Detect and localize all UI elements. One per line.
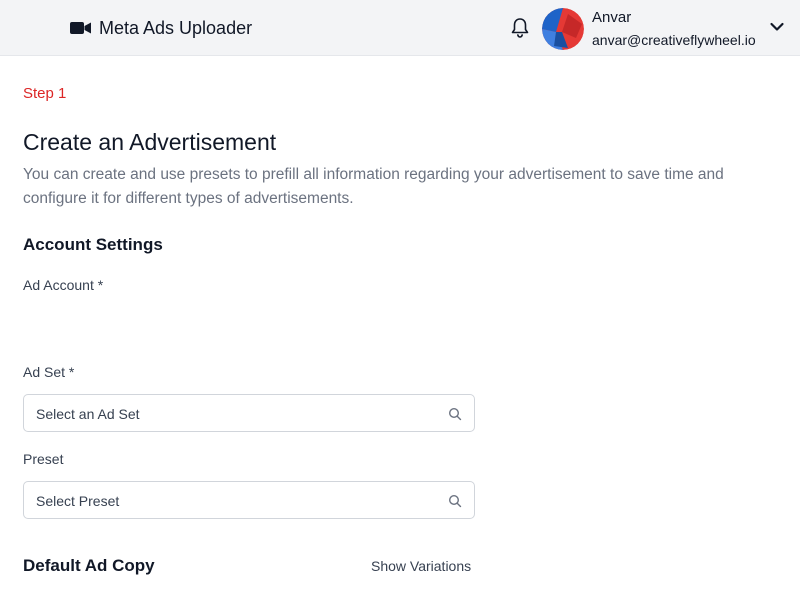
show-variations-button[interactable]: Show Variations — [371, 557, 471, 575]
search-icon — [448, 494, 462, 508]
bell-icon[interactable] — [510, 17, 530, 39]
page-title: Create an Advertisement — [23, 129, 277, 155]
app-title: Meta Ads Uploader — [99, 18, 253, 38]
default-ad-copy-heading: Default Ad Copy — [23, 556, 155, 575]
ad-set-select[interactable]: Select an Ad Set — [23, 394, 475, 432]
account-settings-heading: Account Settings — [23, 235, 163, 254]
preset-select[interactable]: Select Preset — [23, 481, 475, 519]
page-description: You can create and use presets to prefil… — [23, 166, 724, 207]
search-icon — [448, 407, 462, 421]
ad-account-label: Ad Account * — [23, 277, 104, 293]
preset-placeholder: Select Preset — [36, 493, 120, 509]
avatar[interactable] — [542, 8, 584, 50]
user-email: anvar@creativeflywheel.io — [592, 32, 756, 48]
ad-set-placeholder: Select an Ad Set — [36, 406, 140, 422]
preset-label: Preset — [23, 451, 64, 467]
step-indicator: Step 1 — [23, 85, 67, 102]
brand[interactable]: Meta Ads Uploader — [70, 17, 252, 39]
top-navigation-bar: Meta Ads Uploader Anvar anvar@creativefl… — [0, 0, 800, 56]
chevron-down-icon[interactable] — [769, 20, 785, 34]
ad-set-label: Ad Set * — [23, 364, 75, 380]
user-name: Anvar — [592, 9, 632, 26]
video-camera-icon — [70, 22, 91, 34]
